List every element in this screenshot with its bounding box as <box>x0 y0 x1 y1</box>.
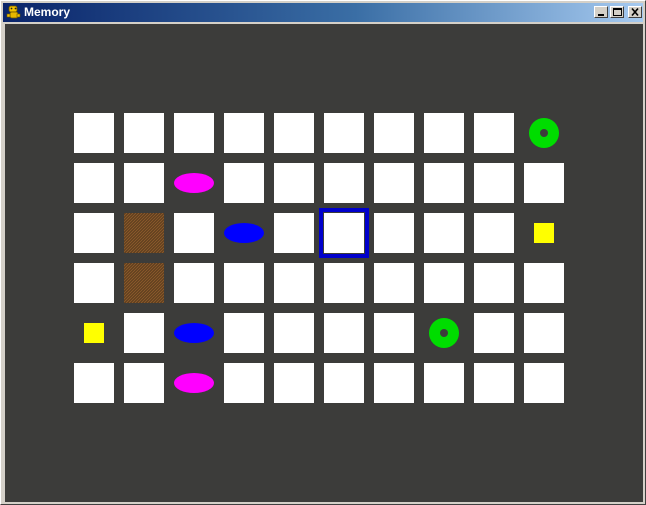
magenta-oval-icon <box>174 173 214 193</box>
revealed-tile <box>424 313 464 353</box>
maximize-button[interactable] <box>610 6 624 18</box>
covered-tile[interactable] <box>524 163 564 203</box>
covered-tile[interactable] <box>474 313 514 353</box>
revealed-tile <box>124 213 164 253</box>
covered-tile[interactable] <box>224 163 264 203</box>
covered-tile[interactable] <box>224 313 264 353</box>
window-title: Memory <box>24 5 71 19</box>
title-bar[interactable]: Memory <box>3 3 643 22</box>
covered-tile[interactable] <box>424 113 464 153</box>
covered-tile[interactable] <box>424 163 464 203</box>
covered-tile[interactable] <box>124 163 164 203</box>
covered-tile[interactable] <box>374 263 414 303</box>
revealed-tile <box>74 313 114 353</box>
covered-tile[interactable] <box>274 363 314 403</box>
covered-tile[interactable] <box>374 213 414 253</box>
covered-tile[interactable] <box>324 313 364 353</box>
covered-tile[interactable] <box>274 213 314 253</box>
blue-oval-icon <box>224 223 264 243</box>
covered-tile[interactable] <box>324 113 364 153</box>
revealed-tile <box>124 263 164 303</box>
covered-tile[interactable] <box>474 213 514 253</box>
covered-tile[interactable] <box>274 163 314 203</box>
maximize-icon <box>613 8 622 16</box>
covered-tile[interactable] <box>274 113 314 153</box>
yellow-square-icon <box>84 323 104 343</box>
covered-tile[interactable] <box>374 313 414 353</box>
covered-tile[interactable] <box>224 363 264 403</box>
close-button[interactable] <box>628 6 642 18</box>
covered-tile[interactable] <box>74 213 114 253</box>
covered-tile[interactable] <box>524 363 564 403</box>
covered-tile[interactable] <box>124 113 164 153</box>
covered-tile[interactable] <box>324 263 364 303</box>
minimize-icon <box>598 14 604 16</box>
covered-tile[interactable] <box>274 313 314 353</box>
magenta-oval-icon <box>174 373 214 393</box>
covered-tile[interactable] <box>524 263 564 303</box>
covered-tile[interactable] <box>224 263 264 303</box>
revealed-tile <box>524 213 564 253</box>
covered-tile[interactable] <box>74 363 114 403</box>
minimize-button[interactable] <box>594 6 608 18</box>
memory-window: Memory <box>0 0 646 505</box>
brown-lines-icon <box>124 213 164 253</box>
green-donut-icon <box>529 118 559 148</box>
covered-tile[interactable] <box>74 263 114 303</box>
green-donut-icon <box>429 318 459 348</box>
blue-oval-icon <box>174 323 214 343</box>
covered-tile[interactable] <box>474 363 514 403</box>
covered-tile[interactable] <box>474 263 514 303</box>
covered-tile[interactable] <box>74 113 114 153</box>
covered-tile[interactable] <box>224 113 264 153</box>
revealed-tile <box>174 363 214 403</box>
python-app-icon <box>6 5 21 20</box>
game-board <box>5 24 643 502</box>
covered-tile[interactable] <box>174 113 214 153</box>
revealed-tile <box>224 213 264 253</box>
covered-tile[interactable] <box>74 163 114 203</box>
covered-tile[interactable] <box>374 363 414 403</box>
covered-tile[interactable] <box>124 363 164 403</box>
yellow-square-icon <box>534 223 554 243</box>
covered-tile[interactable] <box>174 213 214 253</box>
revealed-tile <box>174 163 214 203</box>
covered-tile[interactable] <box>174 263 214 303</box>
covered-tile[interactable] <box>124 313 164 353</box>
brown-lines-icon <box>124 263 164 303</box>
covered-tile[interactable] <box>474 163 514 203</box>
covered-tile[interactable] <box>324 363 364 403</box>
covered-tile[interactable] <box>424 263 464 303</box>
covered-tile[interactable] <box>474 113 514 153</box>
covered-tile[interactable] <box>374 163 414 203</box>
close-icon <box>631 7 639 17</box>
covered-tile[interactable] <box>274 263 314 303</box>
covered-tile[interactable] <box>424 363 464 403</box>
revealed-tile <box>174 313 214 353</box>
covered-tile[interactable] <box>524 313 564 353</box>
covered-tile[interactable] <box>324 213 364 253</box>
covered-tile[interactable] <box>424 213 464 253</box>
revealed-tile <box>524 113 564 153</box>
covered-tile[interactable] <box>374 113 414 153</box>
covered-tile[interactable] <box>324 163 364 203</box>
